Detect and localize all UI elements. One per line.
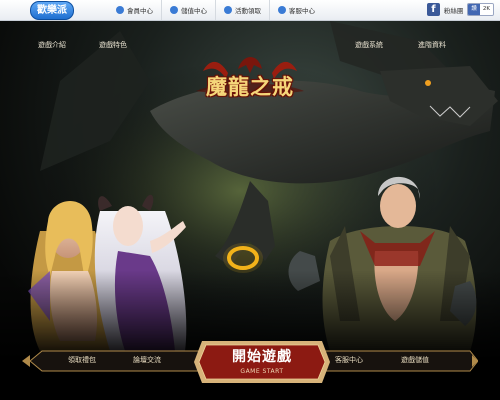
menu-advanced-data[interactable]: 進階資料 [418,40,446,50]
like-count: 2K [479,4,493,15]
nav-label: 客服中心 [289,7,315,15]
claim-gift-button[interactable]: 領取禮包 [52,351,112,369]
fan-page-link[interactable]: 粉絲團 [444,5,464,15]
top-nav: 會員中心 儲值中心 活動領取 客服中心 [108,0,323,20]
facebook-like-button[interactable]: 讚 2K [467,3,494,16]
start-button-sublabel: GAME START [240,368,284,375]
menu-game-system[interactable]: 遊戲系統 [355,40,383,50]
game-logo: 魔龍之戒 [188,51,312,107]
site-logo[interactable]: 歡樂派 [30,1,74,20]
bottom-menu-bar: 領取禮包 論壇交流 客服中心 遊戲儲值 開始遊戲 GAME START [22,341,478,383]
social-links: f 粉絲團 讚 2K [426,3,494,16]
nav-customer-service[interactable]: 客服中心 [269,0,323,20]
chat-icon [278,6,286,14]
nav-topup-center[interactable]: 儲值中心 [161,0,215,20]
nav-label: 儲值中心 [181,7,207,15]
menu-game-intro[interactable]: 遊戲介紹 [38,40,66,50]
start-button-label: 開始遊戲 [232,349,292,365]
like-label: 讚 [468,4,480,15]
game-start-button[interactable]: 開始遊戲 GAME START [192,337,332,387]
headset-icon [224,6,232,14]
dragon-eye [425,80,431,86]
menu-game-features[interactable]: 遊戲特色 [99,40,127,50]
coin-icon [170,6,178,14]
top-bar: 歡樂派 會員中心 儲值中心 活動領取 客服中心 f 粉絲團 讚 2K [0,0,500,21]
game-title: 魔龍之戒 [206,74,294,99]
game-topup-button[interactable]: 遊戲儲值 [385,351,445,369]
nav-event-claim[interactable]: 活動領取 [215,0,269,20]
user-icon [116,6,124,14]
nav-label: 活動領取 [235,7,261,15]
nav-member-center[interactable]: 會員中心 [108,0,161,20]
hero-scene: 遊戲介紹 遊戲特色 遊戲系統 進階資料 魔龍之戒 領取禮包 論壇交流 客服中心 … [0,21,500,400]
forum-button[interactable]: 論壇交流 [117,351,177,369]
nav-label: 會員中心 [127,7,153,15]
facebook-icon[interactable]: f [426,3,440,16]
